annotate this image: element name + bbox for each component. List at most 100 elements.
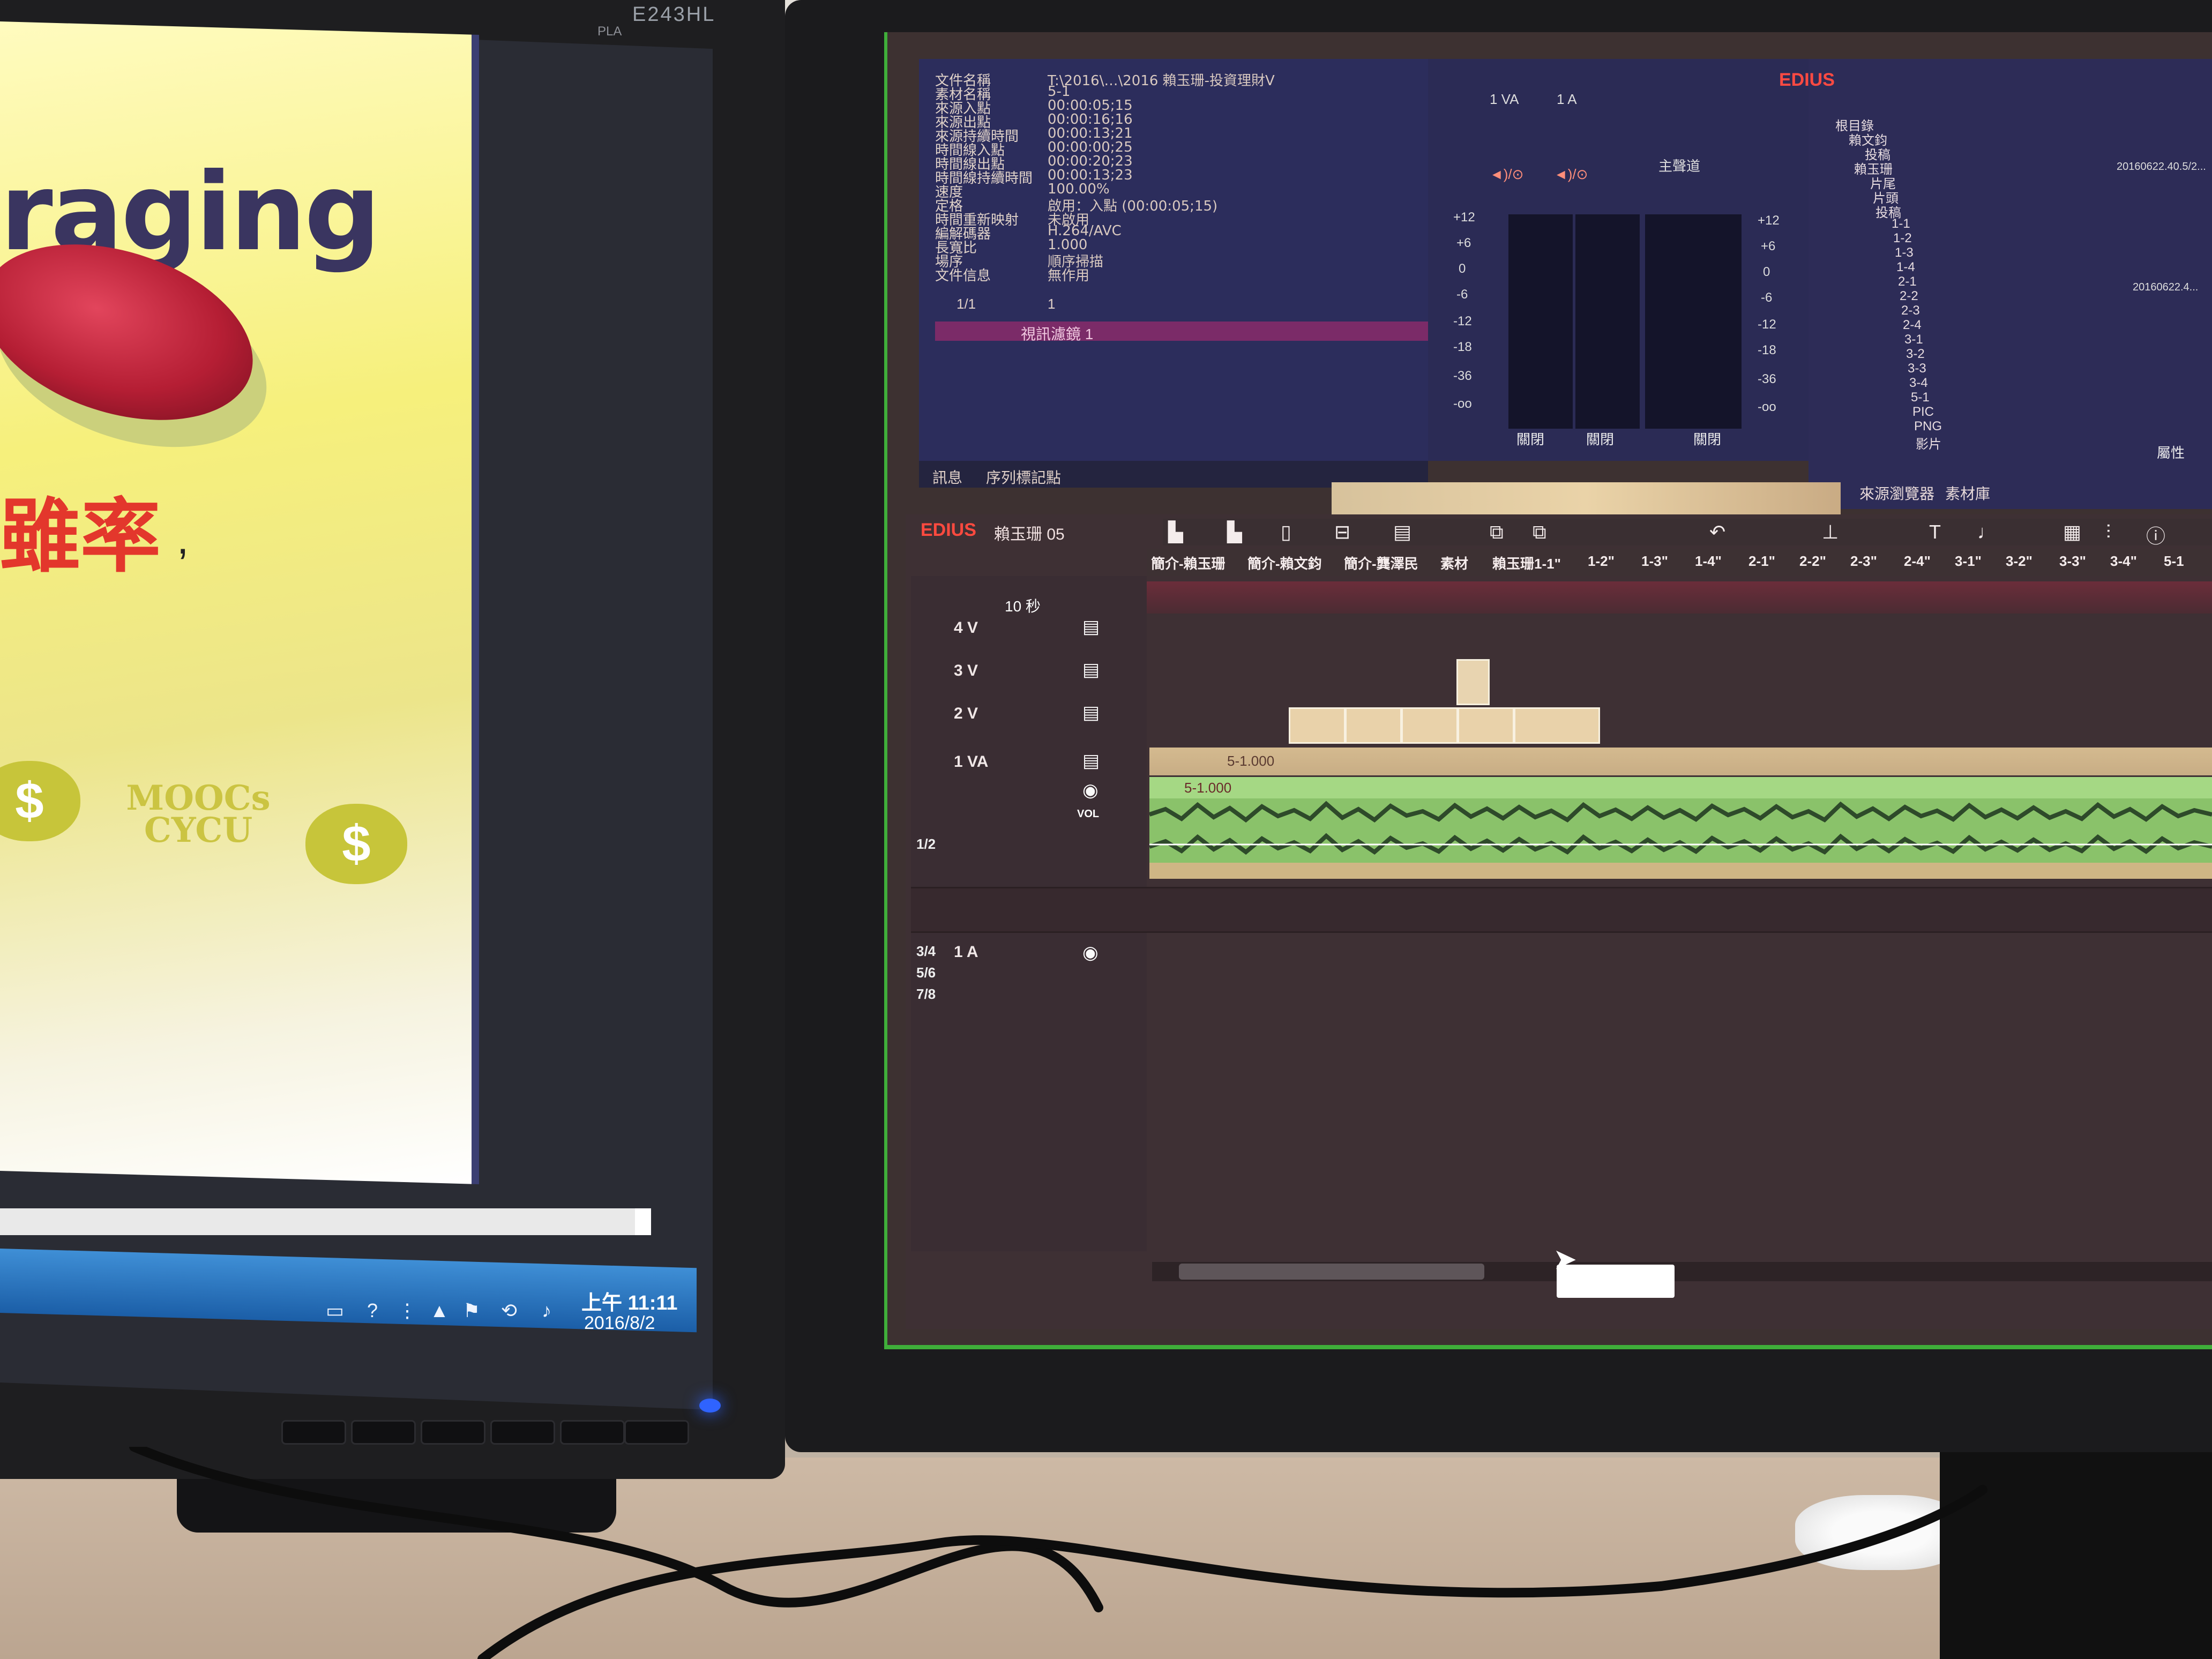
- mute-button[interactable]: ◄)/⊙: [1554, 166, 1588, 183]
- battery-icon[interactable]: ▭: [324, 1299, 346, 1321]
- monitor-button[interactable]: [624, 1420, 689, 1445]
- sequence-marker[interactable]: 1-3": [1641, 553, 1668, 570]
- title-track-lane[interactable]: [911, 887, 2212, 933]
- open-project-icon[interactable]: ▙: [1227, 521, 1242, 543]
- tab-source-browser[interactable]: 來源瀏覽器: [1859, 482, 1934, 504]
- bin-folder[interactable]: 1-2: [1893, 231, 1912, 246]
- player-scrollbar[interactable]: [0, 1208, 651, 1235]
- audio-toggle-icon[interactable]: ◉: [1082, 780, 1098, 801]
- help-icon[interactable]: ?: [362, 1299, 383, 1321]
- bin-folder[interactable]: 2-2: [1900, 289, 1918, 304]
- bin-folder[interactable]: 3-4: [1909, 376, 1928, 391]
- meter-mode-dropdown[interactable]: 關閉: [1516, 429, 1544, 449]
- track-toggle-icon[interactable]: ▤: [1082, 659, 1100, 681]
- track-label-2v[interactable]: 2 V: [954, 705, 978, 723]
- timeline-clip[interactable]: [1458, 707, 1514, 744]
- copy-icon[interactable]: ⧉: [1490, 521, 1504, 544]
- monitor-button[interactable]: [560, 1420, 625, 1445]
- audio-toggle-icon[interactable]: ◉: [1082, 942, 1098, 963]
- new-file-icon[interactable]: ▯: [1281, 521, 1291, 543]
- track-toggle-icon[interactable]: ▤: [1082, 750, 1100, 772]
- bin-folder[interactable]: PNG: [1914, 419, 1942, 434]
- bin-folder[interactable]: 2-4: [1903, 318, 1922, 333]
- track-label-3v[interactable]: 3 V: [954, 662, 978, 680]
- taskbar-clock-date[interactable]: 2016/8/2: [584, 1313, 655, 1334]
- timeline-clip[interactable]: [1289, 707, 1346, 744]
- selected-filter-row[interactable]: [935, 322, 1428, 341]
- timeline-clip[interactable]: [1514, 707, 1600, 744]
- arrow-up-icon[interactable]: ▲: [429, 1299, 450, 1321]
- sequence-marker[interactable]: 素材: [1440, 553, 1468, 573]
- video-clip[interactable]: [1149, 748, 2212, 775]
- paste-icon[interactable]: ⧉: [1533, 521, 1546, 544]
- bin-properties-label[interactable]: 屬性: [2157, 442, 2185, 462]
- tab-asset-bin[interactable]: 素材庫: [1945, 482, 1990, 504]
- sequence-marker[interactable]: 簡介-龔澤民: [1344, 553, 1418, 573]
- tab-info[interactable]: 訊息: [932, 466, 962, 488]
- timeline-clip[interactable]: [1345, 707, 1402, 744]
- bin-folder[interactable]: 1-1: [1892, 216, 1910, 231]
- bin-folder[interactable]: PIC: [1912, 405, 1934, 420]
- bin-folder[interactable]: 5-1: [1911, 390, 1930, 405]
- monitor-button[interactable]: [421, 1420, 485, 1445]
- monitor-button[interactable]: [281, 1420, 346, 1445]
- new-sequence-icon[interactable]: ▙: [1168, 521, 1183, 543]
- player-scroll-thumb[interactable]: [635, 1208, 651, 1235]
- meter-mode-dropdown[interactable]: 關閉: [1586, 429, 1614, 449]
- timeline-clip[interactable]: [1401, 707, 1458, 744]
- sync-icon[interactable]: ⟲: [498, 1299, 520, 1321]
- sequence-marker[interactable]: 2-1": [1748, 553, 1775, 570]
- bin-folder[interactable]: 3-1: [1904, 332, 1923, 347]
- marker-icon[interactable]: ⊥: [1822, 521, 1839, 543]
- sequence-marker[interactable]: 1-2": [1588, 553, 1615, 570]
- timeline-clip-stacked[interactable]: [1456, 659, 1490, 705]
- mute-button[interactable]: ◄)/⊙: [1490, 166, 1523, 183]
- track-label-1va[interactable]: 1 VA: [954, 753, 988, 771]
- monitor-button[interactable]: [490, 1420, 555, 1445]
- track-label-1a[interactable]: 1 A: [954, 943, 978, 961]
- volume-icon[interactable]: ♪: [536, 1299, 557, 1321]
- undo-icon[interactable]: ↶: [1709, 521, 1725, 543]
- sequence-marker[interactable]: 5-1: [2164, 553, 2184, 570]
- microphone-icon[interactable]: ♩: [1977, 521, 1997, 543]
- grid-icon[interactable]: ▦: [2063, 521, 2081, 543]
- taskbar-clock-time[interactable]: 上午 11:11: [581, 1286, 678, 1316]
- selected-filter-label[interactable]: 視訊濾鏡 1: [1021, 323, 1093, 344]
- title-icon[interactable]: T: [1929, 521, 1941, 543]
- channel-map-label: 7/8: [916, 986, 936, 1002]
- monitor-button[interactable]: [351, 1420, 416, 1445]
- info-icon[interactable]: ⓘ: [2146, 521, 2165, 549]
- bin-folder[interactable]: 3-2: [1906, 347, 1925, 362]
- bin-folder[interactable]: 3-3: [1908, 361, 1926, 376]
- meter-mode-dropdown[interactable]: 關閉: [1693, 429, 1721, 449]
- sequence-marker[interactable]: 賴玉珊1-1": [1492, 553, 1561, 573]
- timeline-time-area[interactable]: [1147, 581, 2212, 614]
- track-label-4v[interactable]: 4 V: [954, 619, 978, 637]
- sequence-marker[interactable]: 3-2": [2006, 553, 2032, 570]
- timeline-scroll-thumb[interactable]: [1179, 1264, 1484, 1280]
- volume-label[interactable]: VOL: [1077, 808, 1099, 820]
- sequence-marker[interactable]: 2-4": [1904, 553, 1931, 570]
- mixer-icon[interactable]: ⫶: [2106, 521, 2111, 544]
- bin-folder[interactable]: 2-1: [1898, 274, 1917, 289]
- sequence-marker[interactable]: 2-3": [1850, 553, 1877, 570]
- bin-folder[interactable]: 1-4: [1896, 260, 1915, 275]
- save-icon[interactable]: ⊟: [1334, 521, 1350, 543]
- settings-icon[interactable]: ▤: [1393, 521, 1411, 543]
- network-icon[interactable]: ⋮: [397, 1299, 418, 1321]
- sequence-marker[interactable]: 簡介-賴文鈞: [1247, 553, 1322, 573]
- sequence-marker[interactable]: 2-2": [1799, 553, 1826, 570]
- sequence-marker[interactable]: 3-3": [2059, 553, 2086, 570]
- tab-sequence-markers[interactable]: 序列標記點: [986, 466, 1061, 488]
- sequence-marker[interactable]: 1-4": [1695, 553, 1722, 570]
- flag-icon[interactable]: ⚑: [461, 1299, 482, 1321]
- bin-folder[interactable]: 2-3: [1901, 303, 1920, 318]
- sequence-marker[interactable]: 3-1": [1955, 553, 1982, 570]
- track-toggle-icon[interactable]: ▤: [1082, 702, 1100, 723]
- sequence-marker[interactable]: 3-4": [2110, 553, 2137, 570]
- bin-folder[interactable]: 1-3: [1895, 245, 1914, 260]
- bin-folder[interactable]: 影片: [1916, 434, 1941, 452]
- sequence-marker[interactable]: 簡介-賴玉珊: [1151, 553, 1225, 573]
- track-toggle-icon[interactable]: ▤: [1082, 616, 1100, 638]
- timeline-zoom-select[interactable]: 10 秒: [1005, 595, 1041, 616]
